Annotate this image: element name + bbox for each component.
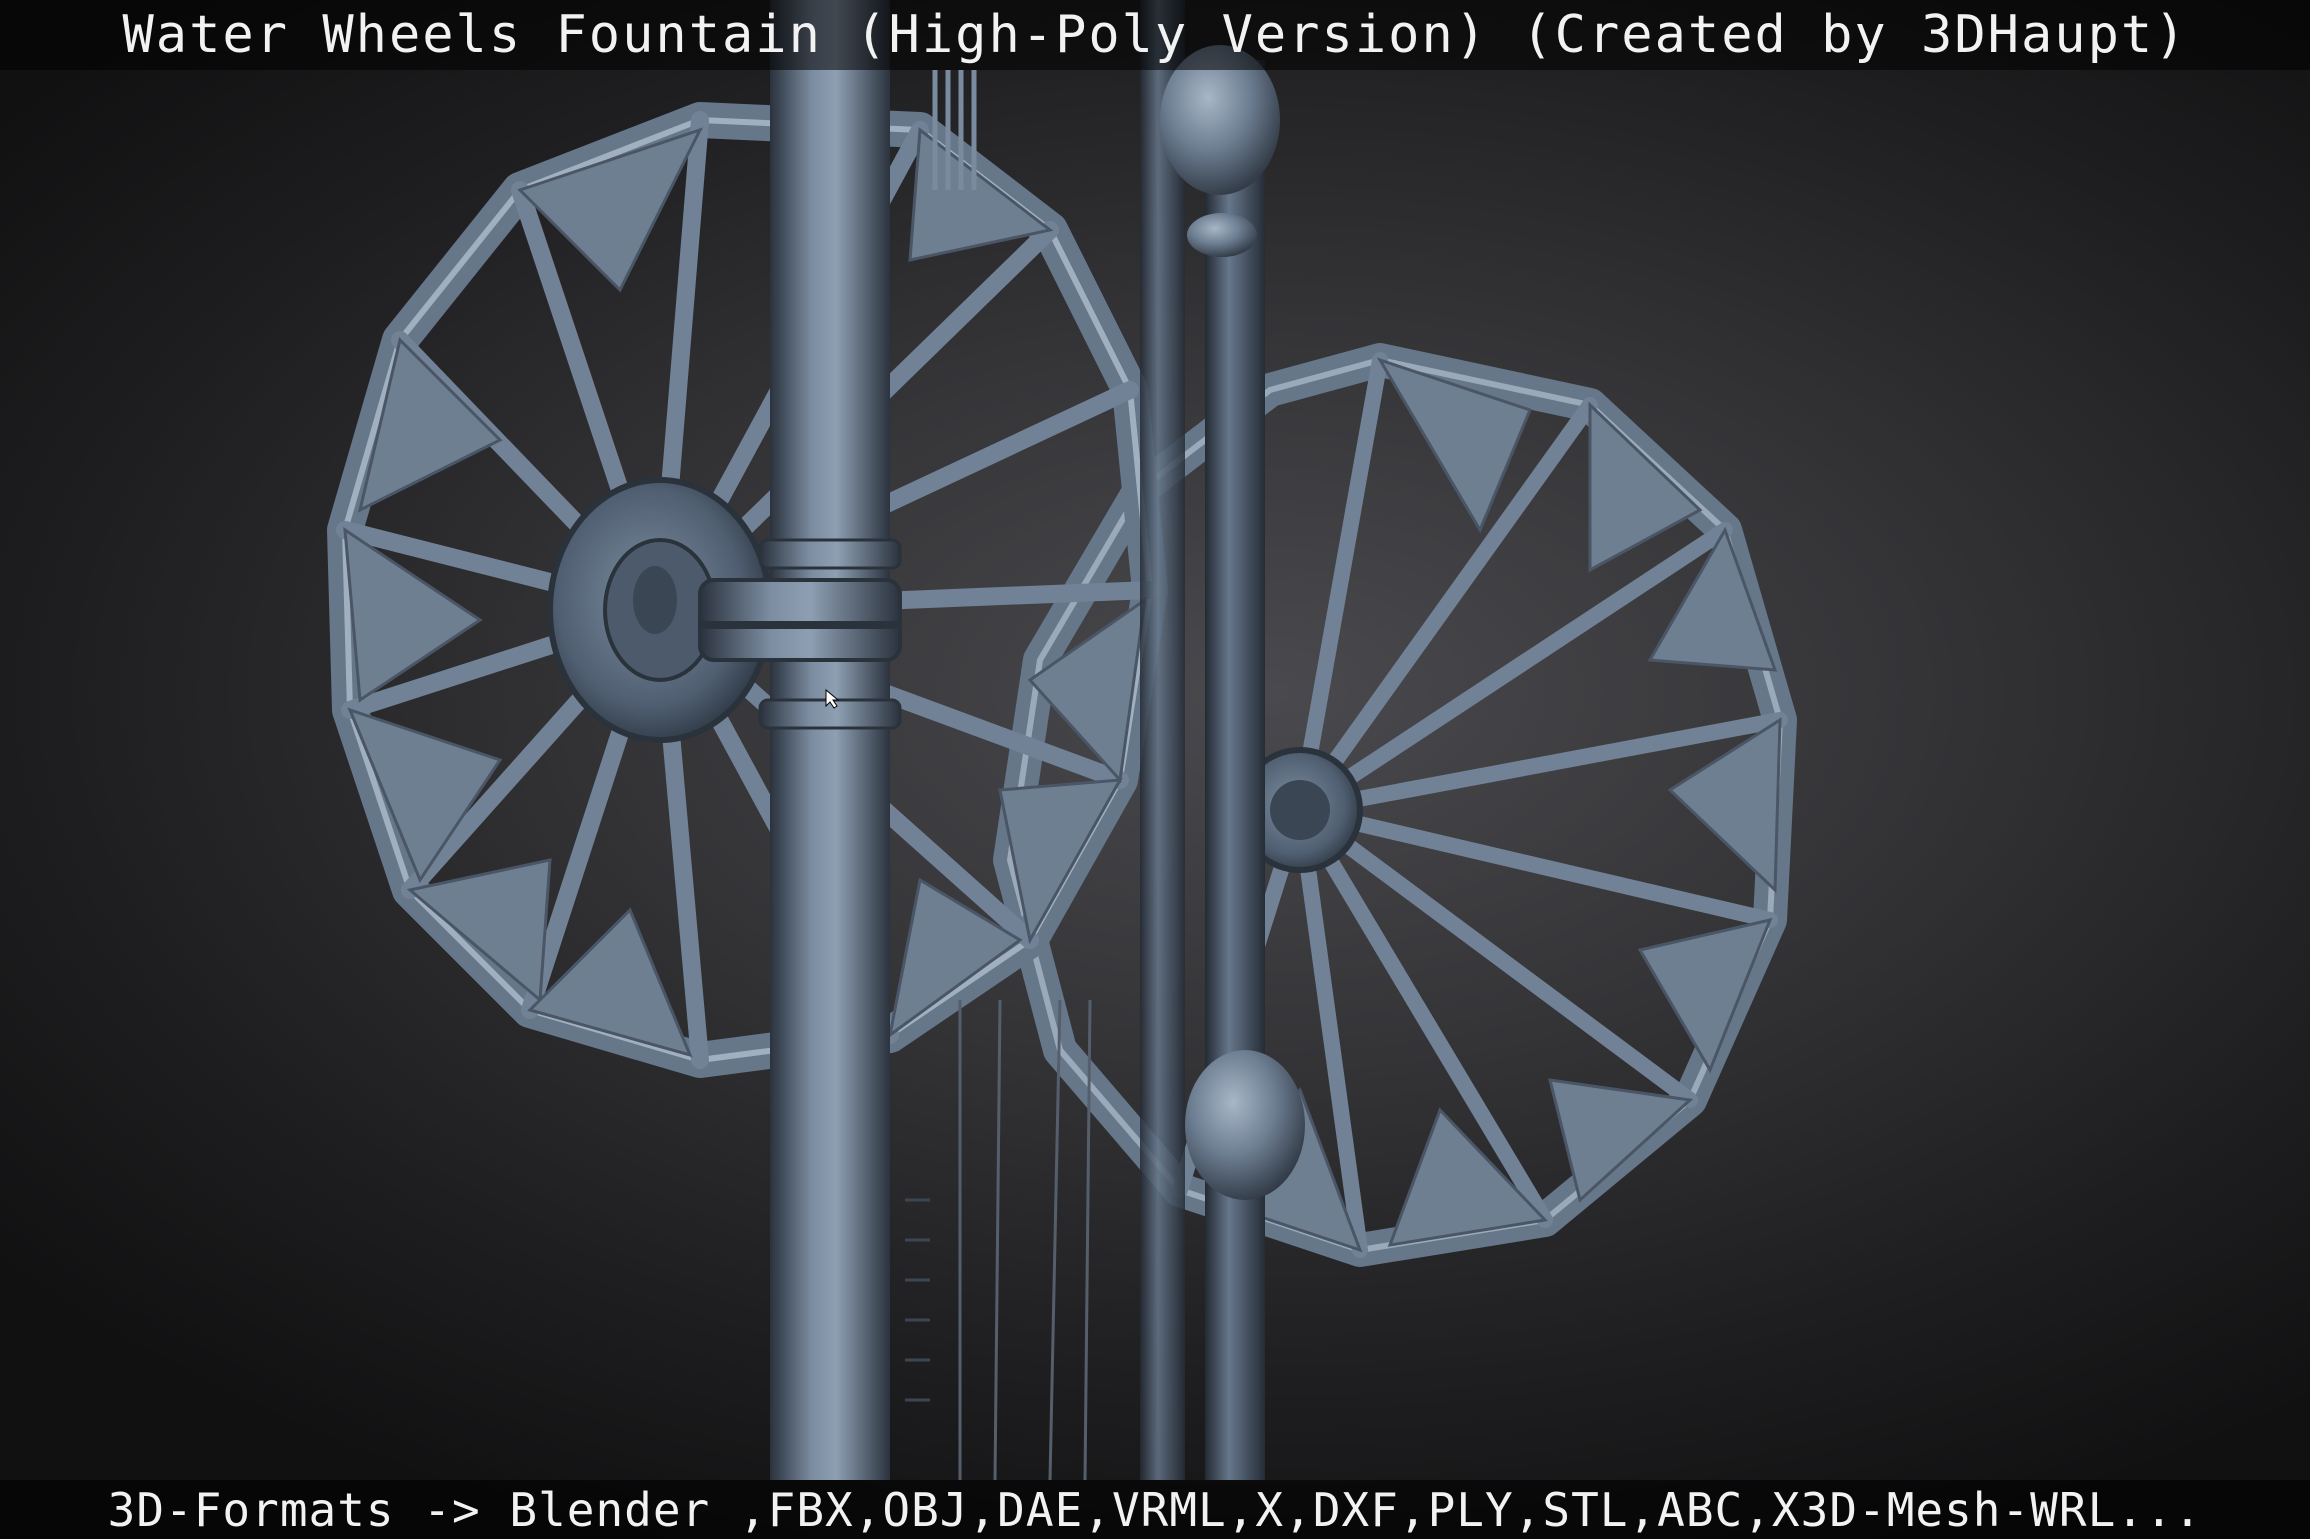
title-bar: Water Wheels Fountain (High-Poly Version… <box>0 0 2310 70</box>
right-support-pole <box>1140 0 1305 1480</box>
water-wheels-model-render <box>327 0 1797 1481</box>
render-viewport: Water Wheels Fountain (High-Poly Version… <box>0 0 2310 1539</box>
formats-list: 3D-Formats -> Blender ,FBX,OBJ,DAE,VRML,… <box>107 1482 2203 1537</box>
formats-bar: 3D-Formats -> Blender ,FBX,OBJ,DAE,VRML,… <box>0 1480 2310 1539</box>
model-title: Water Wheels Fountain (High-Poly Version… <box>122 5 2188 65</box>
